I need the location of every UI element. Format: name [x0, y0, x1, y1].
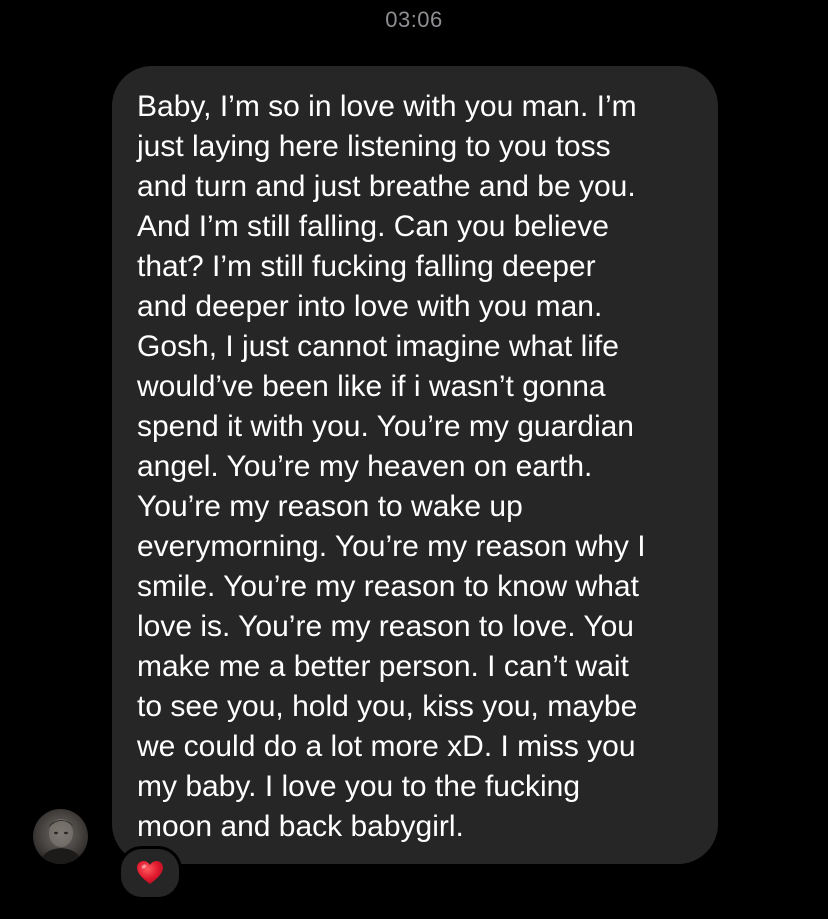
message-line: moon and back babygirl. — [137, 810, 464, 843]
message-line: we could do a lot more xD. I miss you — [137, 730, 636, 763]
message-line: angel. You’re my heaven on earth. — [137, 450, 593, 483]
message-line: would’ve been like if i wasn’t gonna — [137, 370, 606, 403]
message-line: make me a better person. I can’t wait — [137, 650, 629, 683]
message-line: that? I’m still fucking falling deeper — [137, 250, 596, 283]
heart-reaction[interactable] — [118, 846, 182, 900]
message-line: to see you, hold you, kiss you, maybe — [137, 690, 638, 723]
message-line: and turn and just breathe and be you. — [137, 170, 636, 203]
message-timestamp: 03:06 — [385, 7, 443, 32]
message-line: You’re my reason to wake up — [137, 490, 523, 523]
message-line: And I’m still falling. Can you believe — [137, 210, 609, 243]
message-line: smile. You’re my reason to know what — [137, 570, 639, 603]
red-heart-icon — [137, 861, 163, 884]
message-line: spend it with you. You’re my guardian — [137, 410, 634, 443]
message-line: my baby. I love you to the fucking — [137, 770, 581, 803]
message-line: Gosh, I just cannot imagine what life — [137, 330, 619, 363]
sender-avatar[interactable] — [33, 809, 88, 864]
message-line: just laying here listening to you toss — [137, 130, 611, 163]
message-line: and deeper into love with you man. — [137, 290, 603, 323]
message-line: love is. You’re my reason to love. You — [137, 610, 634, 643]
avatar-photo-icon — [39, 819, 83, 864]
message-bubble[interactable]: Baby, I’m so in love with you man. I’m j… — [112, 66, 718, 864]
message-line: everymorning. You’re my reason why I — [137, 530, 646, 563]
message-line: Baby, I’m so in love with you man. I’m — [137, 90, 637, 123]
